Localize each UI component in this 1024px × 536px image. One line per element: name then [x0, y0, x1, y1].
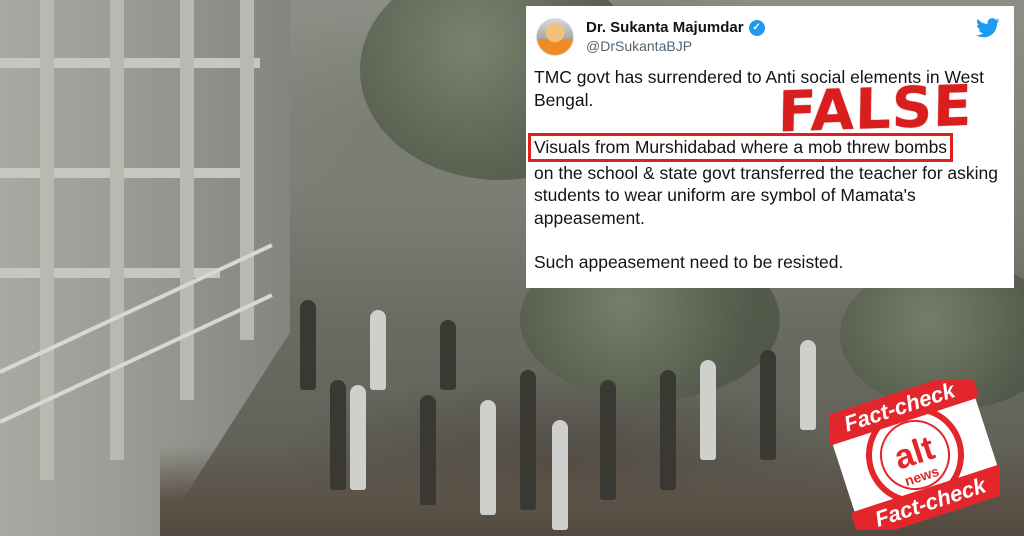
- author-display-name[interactable]: Dr. Sukanta Majumdar ✓: [586, 18, 765, 37]
- crowd-person: [480, 400, 496, 515]
- crowd-person: [800, 340, 816, 430]
- fact-check-stamp: Fact-check Fact-check alt news: [820, 369, 1010, 536]
- tweet-claim-continuation: on the school & state govt transferred t…: [534, 162, 999, 228]
- tweet-card: Dr. Sukanta Majumdar ✓ @DrSukantaBJP TMC…: [526, 6, 1014, 288]
- author-name-text: Dr. Sukanta Majumdar: [586, 19, 744, 36]
- crowd-person: [660, 370, 676, 490]
- false-verdict-label: FALSE: [777, 73, 973, 146]
- crowd-person: [700, 360, 716, 460]
- avatar[interactable]: [536, 18, 574, 56]
- verified-badge-icon: ✓: [748, 19, 765, 36]
- twitter-bird-icon[interactable]: [976, 18, 1000, 38]
- tweet-paragraph: Such appeasement need to be resisted.: [534, 252, 844, 272]
- crowd-person: [600, 380, 616, 500]
- crowd-person: [520, 370, 536, 510]
- author-handle[interactable]: @DrSukantaBJP: [586, 37, 765, 56]
- crowd-person: [440, 320, 456, 390]
- crowd-person: [300, 300, 316, 390]
- crowd-person: [420, 395, 436, 505]
- crowd-person: [552, 420, 568, 530]
- alt-news-logo: Fact-check Fact-check alt news: [820, 369, 1010, 536]
- author-names: Dr. Sukanta Majumdar ✓ @DrSukantaBJP: [586, 18, 765, 56]
- tweet-header: Dr. Sukanta Majumdar ✓ @DrSukantaBJP: [536, 16, 1002, 58]
- crowd-person: [760, 350, 776, 460]
- crowd-person: [350, 385, 366, 490]
- tweet-paragraph: Visuals from Murshidabad where a mob thr…: [528, 133, 1002, 229]
- crowd-person: [330, 380, 346, 490]
- crowd-person: [370, 310, 386, 390]
